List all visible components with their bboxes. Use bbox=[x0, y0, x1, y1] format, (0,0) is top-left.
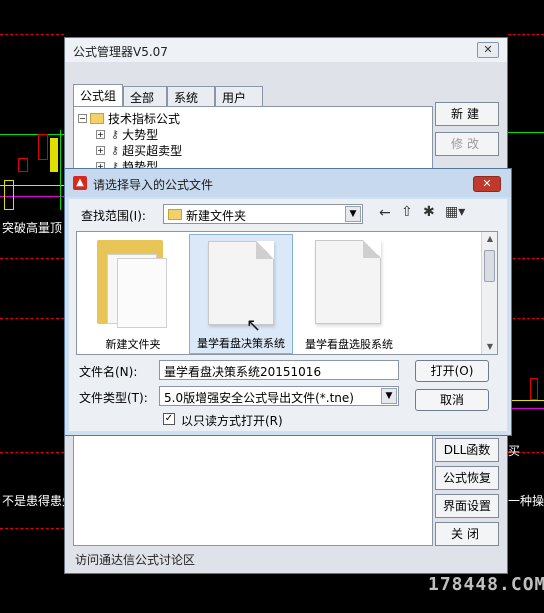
formula-tabs: 公式组 全部 系统 用户 bbox=[73, 84, 264, 106]
chart-red-dashed-line bbox=[0, 34, 64, 35]
formula-manager-title: 公式管理器V5.07 bbox=[65, 38, 507, 62]
close-icon[interactable]: ✕ bbox=[473, 176, 501, 192]
folder-icon bbox=[90, 113, 104, 124]
mouse-cursor-icon: ↖ bbox=[246, 315, 262, 336]
document-icon bbox=[315, 240, 381, 324]
tree-item-label: 超买超卖型 bbox=[122, 144, 183, 158]
filename-label: 文件名(N): bbox=[79, 365, 138, 379]
file-item-label: 量学看盘选股系统 bbox=[305, 338, 393, 351]
chart-label-bottom-right: 一种操盘 bbox=[508, 494, 544, 508]
candle bbox=[38, 134, 48, 160]
cancel-button[interactable]: 取消 bbox=[415, 389, 489, 411]
folder-icon bbox=[168, 209, 182, 220]
scroll-down-icon[interactable]: ▼ bbox=[482, 340, 497, 354]
readonly-checkbox[interactable]: ✓ bbox=[163, 413, 175, 425]
tab-all[interactable]: 全部 bbox=[123, 86, 168, 106]
collapse-icon[interactable]: − bbox=[78, 114, 87, 123]
key-icon: ⚷ bbox=[111, 128, 120, 141]
up-folder-icon[interactable]: ⇧ bbox=[401, 204, 413, 220]
new-button[interactable]: 新建 bbox=[435, 102, 499, 126]
tree-root[interactable]: − 技术指标公式 bbox=[78, 110, 180, 127]
expand-icon[interactable]: + bbox=[96, 146, 105, 155]
file-list: 新建文件夹 量学看盘决策系统 量学看盘选股系统 ▲ ▼ bbox=[76, 231, 498, 355]
new-folder-icon[interactable]: ✱ bbox=[423, 204, 435, 220]
chevron-down-icon[interactable]: ▼ bbox=[345, 206, 361, 222]
candle bbox=[18, 158, 28, 172]
import-dialog-title: 请选择导入的公式文件 bbox=[65, 169, 511, 197]
tree-root-label: 技术指标公式 bbox=[108, 112, 181, 126]
document-icon bbox=[208, 241, 274, 325]
formula-restore-button[interactable]: 公式恢复 bbox=[435, 466, 499, 490]
filename-field[interactable]: 量学看盘决策系统20151016 bbox=[159, 360, 399, 380]
file-item-label: 新建文件夹 bbox=[105, 338, 161, 351]
site-watermark: 178448.COM bbox=[428, 574, 544, 595]
chart-green-line bbox=[508, 132, 544, 133]
candle bbox=[4, 180, 14, 210]
chart-magenta-line bbox=[512, 408, 544, 409]
tab-system[interactable]: 系统 bbox=[167, 86, 216, 106]
scrollbar-thumb[interactable] bbox=[484, 250, 495, 282]
chart-label-right: 买 bbox=[508, 444, 521, 458]
chart-red-dashed-line bbox=[508, 318, 544, 319]
scroll-up-icon[interactable]: ▲ bbox=[482, 232, 497, 246]
view-menu-icon[interactable]: ▦▾ bbox=[445, 204, 465, 220]
filetype-value: 5.0版增强安全公式导出文件(*.tne) bbox=[164, 391, 354, 405]
chart-green-vline bbox=[60, 130, 61, 210]
chart-yellow-line bbox=[512, 400, 544, 401]
filetype-combo[interactable]: 5.0版增强安全公式导出文件(*.tne) ▼ bbox=[159, 386, 399, 406]
chart-green-line bbox=[0, 134, 64, 135]
ui-settings-button[interactable]: 界面设置 bbox=[435, 494, 499, 518]
dll-function-button[interactable]: DLL函数 bbox=[435, 438, 499, 462]
chart-red-dashed-line bbox=[0, 318, 64, 319]
file-item-selected[interactable]: 量学看盘决策系统 bbox=[189, 234, 293, 354]
close-icon[interactable]: ✕ bbox=[477, 42, 499, 58]
modify-button[interactable]: 修改 bbox=[435, 132, 499, 156]
forum-link[interactable]: 访问通达信公式讨论区 bbox=[75, 551, 195, 568]
chart-red-dashed-line bbox=[508, 258, 544, 259]
chart-red-dashed-line bbox=[0, 452, 64, 453]
vertical-scrollbar[interactable]: ▲ ▼ bbox=[481, 232, 497, 354]
look-in-label: 查找范围(I): bbox=[81, 209, 146, 223]
readonly-label: 以只读方式打开(R) bbox=[181, 414, 283, 428]
candle bbox=[530, 378, 538, 400]
tree-item-label: 大势型 bbox=[122, 128, 159, 142]
tree-item[interactable]: + ⚷ 超买超卖型 bbox=[96, 142, 182, 159]
import-dialog: 请选择导入的公式文件 ▲ ✕ 查找范围(I): 新建文件夹 ▼ ← ⇧ ✱ ▦▾… bbox=[64, 168, 512, 436]
chart-red-dashed-line bbox=[508, 34, 544, 35]
filetype-label: 文件类型(T): bbox=[79, 391, 148, 405]
chart-label-left: 突破高量顶 bbox=[2, 221, 63, 235]
look-in-combo[interactable]: 新建文件夹 ▼ bbox=[163, 204, 363, 224]
close-button[interactable]: 关闭 bbox=[435, 522, 499, 546]
tree-item[interactable]: + ⚷ 大势型 bbox=[96, 126, 158, 143]
expand-icon[interactable]: + bbox=[96, 130, 105, 139]
file-item-folder[interactable]: 新建文件夹 bbox=[81, 234, 185, 354]
tab-user[interactable]: 用户 bbox=[215, 86, 264, 106]
chart-red-dashed-line bbox=[0, 528, 64, 529]
folder-icon bbox=[97, 240, 167, 328]
open-button[interactable]: 打开(O) bbox=[415, 360, 489, 382]
candle bbox=[50, 138, 58, 172]
look-in-value: 新建文件夹 bbox=[186, 209, 247, 223]
app-logo-icon: ▲ bbox=[73, 176, 87, 190]
file-item-label: 量学看盘决策系统 bbox=[197, 337, 285, 350]
back-arrow-icon[interactable]: ← bbox=[379, 205, 391, 221]
file-item[interactable]: 量学看盘选股系统 bbox=[297, 234, 401, 354]
tab-formula-group[interactable]: 公式组 bbox=[73, 84, 124, 106]
import-dialog-body: 查找范围(I): 新建文件夹 ▼ ← ⇧ ✱ ▦▾ 新建文件夹 量学看盘决策系统 bbox=[69, 199, 507, 431]
chevron-down-icon[interactable]: ▼ bbox=[381, 388, 397, 404]
key-icon: ⚷ bbox=[111, 144, 120, 157]
chart-red-dashed-line bbox=[0, 258, 64, 259]
